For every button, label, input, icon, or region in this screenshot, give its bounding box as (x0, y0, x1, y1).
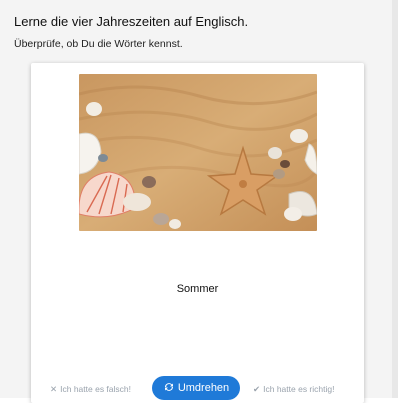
right-button[interactable]: ✔ Ich hatte es richtig! (253, 384, 334, 395)
flashcard-image (79, 74, 317, 231)
app-panel: Lerne die vier Jahreszeiten auf Englisch… (0, 0, 398, 403)
header: Lerne die vier Jahreszeiten auf Englisch… (14, 14, 392, 50)
flashcard: Sommer ✕ Ich hatte es falsch! Umdrehen ✔ I… (31, 63, 364, 403)
action-row: ✕ Ich hatte es falsch! Umdrehen ✔ Ich hatt… (31, 376, 364, 402)
page-title: Lerne die vier Jahreszeiten auf Englisch… (14, 14, 249, 29)
flashcard-word: Sommer (176, 283, 219, 295)
wrong-button[interactable]: ✕ Ich hatte es falsch! (50, 384, 131, 395)
right-button-label: Ich hatte es richtig! (263, 384, 335, 394)
check-icon: ✔ (253, 384, 261, 394)
wrong-button-label: Ich hatte es falsch! (60, 384, 131, 394)
flip-button-label: Umdrehen (177, 382, 230, 394)
refresh-icon (163, 381, 175, 396)
close-icon: ✕ (50, 384, 58, 394)
flip-button[interactable]: Umdrehen (152, 376, 240, 400)
scrollbar-track[interactable] (392, 0, 398, 398)
beach-shells-image (79, 74, 317, 231)
page-subtitle: Überprüfe, ob Du die Wörter kennst. (14, 38, 183, 50)
